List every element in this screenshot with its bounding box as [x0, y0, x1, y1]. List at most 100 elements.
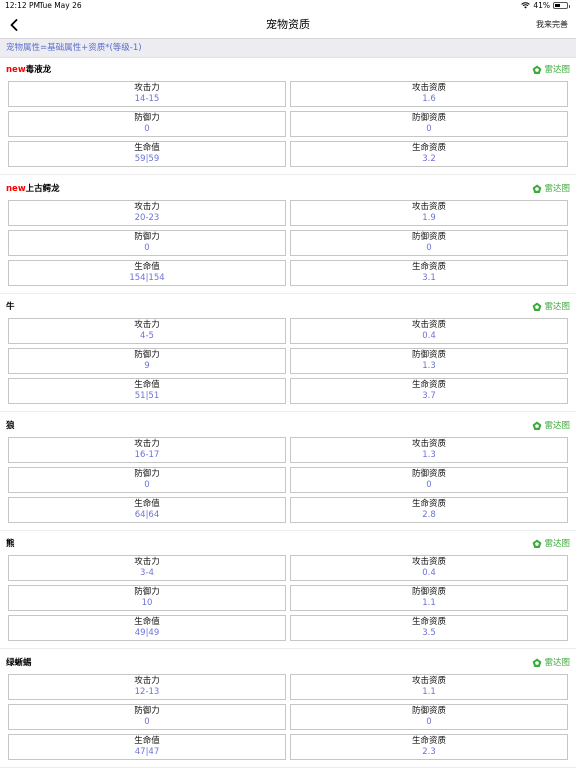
stat-cell[interactable]: 攻击资质 0.4	[290, 318, 568, 345]
stat-cell[interactable]: 攻击力 16-17	[8, 436, 286, 463]
stat-value: 16-17	[134, 449, 160, 460]
stat-cell[interactable]: 防御力 0	[8, 704, 286, 730]
contribute-button[interactable]: 我来完善	[536, 12, 568, 38]
stat-value: 1.1	[422, 598, 436, 609]
stat-value: 1.3	[422, 361, 436, 372]
stat-label: 生命值	[134, 380, 160, 391]
stat-cell[interactable]: 生命值 154|154	[8, 259, 286, 286]
pet-name: new毒液龙	[6, 60, 51, 80]
stat-cell[interactable]: 防御资质 0	[290, 111, 568, 137]
stat-value: 0	[426, 124, 432, 134]
back-button[interactable]	[6, 16, 22, 34]
stat-cell[interactable]: 攻击资质 1.6	[290, 81, 568, 107]
stat-cell[interactable]: 防御资质 1.3	[290, 348, 568, 375]
stat-cell[interactable]: 攻击力 4-5	[8, 318, 286, 345]
stat-value: 3.2	[422, 154, 436, 164]
radar-chart-icon	[533, 184, 542, 193]
section-divider	[0, 174, 576, 175]
radar-chart-label: 雷达图	[544, 658, 570, 668]
stat-cell[interactable]: 生命资质 3.7	[290, 378, 568, 405]
pet-name: 牛	[6, 297, 15, 317]
stat-value: 0	[426, 242, 432, 253]
stat-cell[interactable]: 攻击资质 0.4	[290, 555, 568, 582]
stat-label: 防御力	[134, 231, 160, 242]
stat-cell[interactable]: 攻击资质 1.3	[290, 436, 568, 463]
radar-chart-label: 雷达图	[544, 183, 570, 194]
section-divider	[0, 292, 576, 294]
radar-chart-button[interactable]: 雷达图	[532, 179, 570, 199]
stat-cell[interactable]: 生命值 49|49	[8, 615, 286, 642]
status-time: 12:12 PM	[5, 1, 40, 10]
pet-section: new上古鳄龙 雷达图 攻击力 20-23 防御力 0 生命值 154|154 攻击资质 1.9 防…	[0, 179, 576, 297]
pet-section: 狼 雷达图攻击力 16-17 防御力 0 生命值 64|64 攻击资质 1.3 防御资质 0 生命资质…	[0, 416, 576, 534]
stat-label: 攻击资质	[411, 557, 446, 568]
stat-label: 攻击力	[134, 676, 160, 686]
stat-value: 3-4	[140, 568, 154, 579]
stat-value: 2.8	[422, 509, 436, 520]
radar-chart-button[interactable]: 雷达图	[532, 297, 570, 317]
stat-label: 攻击资质	[411, 320, 446, 331]
chevron-left-icon	[10, 19, 18, 31]
stat-cell[interactable]: 防御力 0	[8, 229, 286, 256]
stat-cell[interactable]: 防御力 0	[8, 466, 286, 493]
pet-header: 绿蜥蜴 雷达图	[0, 653, 576, 673]
radar-chart-button[interactable]: 雷达图	[532, 60, 570, 80]
navigation-bar: 宠物资质 我来完善	[0, 12, 576, 38]
status-date: Tue May 26	[39, 1, 82, 10]
stat-value: 0	[426, 479, 432, 490]
stat-cell[interactable]: 防御力 0	[8, 111, 286, 137]
stat-value: 2.3	[422, 747, 436, 757]
stat-label: 攻击力	[134, 557, 160, 568]
stat-cell[interactable]: 生命资质 2.8	[290, 496, 568, 523]
stat-cell[interactable]: 防御资质 0	[290, 704, 568, 730]
radar-chart-icon	[533, 658, 542, 667]
stat-cell[interactable]: 防御资质 0	[290, 466, 568, 493]
stat-cell[interactable]: 生命资质 3.2	[290, 141, 568, 167]
stat-cell[interactable]: 攻击资质 1.9	[290, 199, 568, 226]
stat-cell[interactable]: 生命值 47|47	[8, 734, 286, 760]
radar-chart-button[interactable]: 雷达图	[532, 416, 570, 436]
stat-label: 生命资质	[411, 498, 446, 509]
pet-name: 绿蜥蜴	[6, 653, 32, 673]
stat-cell[interactable]: 生命值 59|59	[8, 141, 286, 167]
stat-value: 51|51	[134, 391, 160, 402]
stat-cell[interactable]: 攻击力 14-15	[8, 81, 286, 107]
stat-cell[interactable]: 生命资质 3.1	[290, 259, 568, 286]
stat-cell[interactable]: 防御资质 1.1	[290, 585, 568, 612]
stat-cell[interactable]: 生命资质 2.3	[290, 734, 568, 760]
stat-cell[interactable]: 防御力 9	[8, 348, 286, 375]
battery-icon	[553, 2, 570, 9]
stat-value: 0.4	[422, 331, 436, 342]
stat-label: 防御资质	[411, 587, 446, 598]
stat-value: 3.7	[422, 391, 436, 402]
stat-cell[interactable]: 攻击力 20-23	[8, 199, 286, 226]
radar-chart-icon	[533, 539, 542, 549]
pet-section: 绿蜥蜴 雷达图攻击力 12-13 防御力 0 生命值 47|47 攻击资质 1.1 防御资质 0 生命…	[0, 653, 576, 768]
stat-cell[interactable]: 攻击力 12-13	[8, 674, 286, 700]
stat-cell[interactable]: 攻击力 3-4	[8, 555, 286, 582]
radar-chart-button[interactable]: 雷达图	[532, 653, 570, 673]
stat-value: 20-23	[134, 212, 160, 223]
stat-cell[interactable]: 防御力 10	[8, 585, 286, 612]
radar-chart-button[interactable]: 雷达图	[532, 534, 570, 554]
stat-label: 攻击资质	[411, 201, 446, 212]
stat-cell[interactable]: 生命值 64|64	[8, 496, 286, 523]
section-divider	[0, 529, 576, 531]
stat-label: 生命值	[134, 617, 160, 628]
page-title: 宠物资质	[266, 18, 310, 31]
stat-cell[interactable]: 防御资质 0	[290, 229, 568, 256]
stat-label: 生命资质	[411, 736, 446, 746]
stat-label: 攻击力	[134, 201, 160, 212]
stat-cell[interactable]: 攻击资质 1.1	[290, 674, 568, 700]
stat-cell[interactable]: 生命值 51|51	[8, 378, 286, 405]
pet-name-text: 毒液龙	[25, 65, 52, 75]
stat-cell[interactable]: 生命资质 3.5	[290, 615, 568, 642]
stat-label: 防御力	[134, 587, 160, 598]
pet-name-text: 狼	[6, 420, 15, 431]
stat-value: 154|154	[129, 272, 165, 283]
pet-header: 熊 雷达图	[0, 534, 576, 554]
stat-value: 0	[144, 242, 150, 253]
stat-label: 防御力	[134, 350, 160, 361]
stat-label: 生命资质	[411, 143, 446, 153]
radar-chart-icon	[533, 302, 542, 312]
